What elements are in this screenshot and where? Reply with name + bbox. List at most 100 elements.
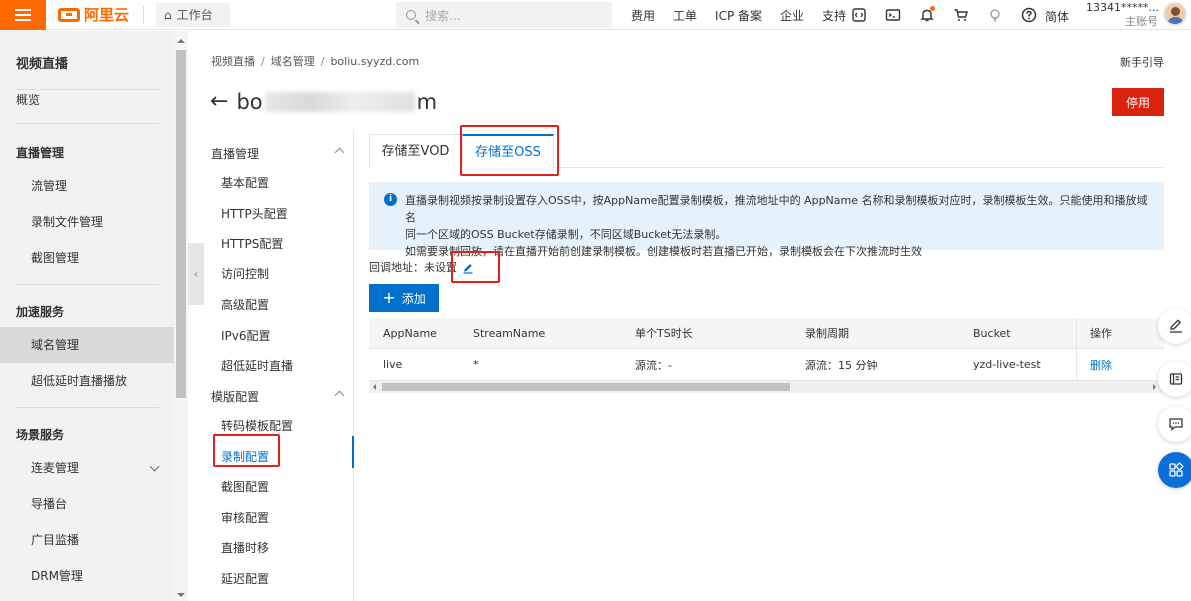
breadcrumb-current: boliu.syyzd.com (330, 55, 420, 68)
redacted-domain (264, 92, 415, 112)
chat-button[interactable] (1158, 406, 1191, 442)
divider (16, 123, 159, 124)
delete-link[interactable]: 删除 (1090, 349, 1112, 380)
tab-vod[interactable]: 存储至VOD (369, 134, 462, 168)
sidebar-item-domain[interactable]: 域名管理 (0, 327, 174, 363)
sidebar-item-ad[interactable]: 广目监播 (0, 522, 174, 558)
feedback-button[interactable] (1158, 308, 1191, 344)
nav-ticket[interactable]: 工单 (673, 7, 697, 24)
workbench-button[interactable]: ⌂ 工作台 (156, 2, 231, 27)
back-arrow-icon[interactable]: ← (210, 91, 228, 113)
plus-icon: + (382, 288, 396, 307)
column-header: StreamName (473, 326, 546, 340)
aliyun-logo[interactable]: 阿里云 (58, 0, 129, 30)
cell-appname: live (383, 358, 403, 371)
breadcrumb-separator: / (261, 55, 265, 68)
breadcrumb: 视频直播 / 域名管理 / boliu.syyzd.com (211, 53, 419, 69)
avatar[interactable] (1163, 2, 1187, 26)
sidebar-scroll-thumb[interactable] (176, 50, 186, 398)
divider (16, 284, 159, 285)
subnav-group-template[interactable]: 模版配置 (211, 388, 259, 405)
docs-button[interactable] (1158, 361, 1191, 397)
subnav-item-basic[interactable]: 基本配置 (221, 174, 269, 191)
table-scroll-thumb[interactable] (382, 383, 790, 391)
subnav-item-lowlatency[interactable]: 超低延时直播 (221, 357, 293, 374)
sidebar-title: 视频直播 (16, 57, 69, 72)
divider (143, 5, 145, 24)
sidebar-item-mic[interactable]: 连麦管理 (0, 450, 174, 486)
logo-text: 阿里云 (84, 6, 130, 24)
book-icon (1169, 373, 1183, 385)
highlight-box (460, 125, 559, 176)
sidebar-group-scene: 场景服务 (16, 428, 65, 442)
info-icon: i (384, 193, 397, 206)
cart-icon[interactable] (950, 4, 972, 26)
workbench-label: 工作台 (176, 8, 213, 22)
language-switch[interactable]: 简体 (1045, 8, 1069, 25)
add-button[interactable]: + 添加 (369, 284, 439, 312)
aliyun-logo-icon (58, 7, 80, 22)
apps-button[interactable] (1158, 452, 1191, 488)
help-icon[interactable] (1018, 4, 1040, 26)
terminal-icon[interactable] (882, 4, 904, 26)
search-input[interactable]: 搜索... (396, 2, 612, 28)
page-title-suffix: m (416, 90, 438, 114)
subnav-item-ipv6[interactable]: IPv6配置 (221, 327, 271, 344)
home-icon: ⌂ (164, 7, 172, 22)
column-header: AppName (383, 326, 437, 340)
highlight-box (213, 434, 280, 467)
chevron-up-icon[interactable] (334, 390, 345, 401)
chevron-down-icon (149, 461, 160, 472)
menu-icon[interactable] (0, 0, 46, 30)
pen-icon (1170, 319, 1182, 333)
subnav-item-http-header[interactable]: HTTP头配置 (221, 205, 288, 222)
callback-address: 回调地址：未设置 (369, 261, 457, 274)
nav-icp[interactable]: ICP 备案 (715, 7, 762, 24)
search-placeholder: 搜索... (425, 8, 461, 23)
table-hscrollbar[interactable] (369, 381, 1164, 393)
highlight-box (451, 251, 500, 283)
sidebar-group-live: 直播管理 (16, 146, 65, 160)
subnav-item-review[interactable]: 审核配置 (221, 509, 269, 526)
sidebar-item-overview[interactable]: 概览 (0, 82, 174, 118)
subnav-item-snapshot[interactable]: 截图配置 (221, 478, 269, 495)
subnav-item-delay[interactable]: 延迟配置 (221, 570, 269, 587)
cell-streamname: * (473, 358, 479, 371)
sidebar-item-director[interactable]: 导播台 (0, 486, 174, 522)
breadcrumb-item[interactable]: 视频直播 (211, 55, 255, 68)
subnav-group-live[interactable]: 直播管理 (211, 145, 259, 162)
account-type: 主账号 (1125, 15, 1158, 28)
scroll-right-icon[interactable] (1153, 384, 1156, 390)
subnav-item-https[interactable]: HTTPS配置 (221, 235, 283, 252)
breadcrumb-item[interactable]: 域名管理 (271, 55, 315, 68)
guide-link[interactable]: 新手引导 (1120, 54, 1164, 70)
bell-icon[interactable] (916, 4, 938, 26)
sidebar-item-drm[interactable]: DRM管理 (0, 558, 174, 594)
chevron-up-icon[interactable] (334, 147, 345, 158)
scroll-left-icon[interactable] (373, 384, 376, 390)
search-icon (406, 10, 416, 20)
cell-bucket: yzd-live-test (973, 358, 1041, 371)
nav-enterprise[interactable]: 企业 (780, 7, 804, 24)
subnav-item-timeshift[interactable]: 直播时移 (221, 539, 269, 556)
page-title-prefix: bo (236, 90, 263, 114)
subnav-item-access[interactable]: 访问控制 (221, 265, 269, 282)
sidebar-item-record-files[interactable]: 录制文件管理 (0, 204, 174, 240)
nav-fee[interactable]: 费用 (631, 7, 655, 24)
active-indicator (352, 436, 354, 468)
scroll-up-icon[interactable] (177, 39, 185, 43)
account-info[interactable]: 13341*****... 主账号 (1086, 0, 1159, 29)
subnav-item-advanced[interactable]: 高级配置 (221, 296, 269, 313)
disable-button[interactable]: 停用 (1112, 88, 1164, 116)
code-icon[interactable] (848, 4, 870, 26)
lightbulb-icon[interactable] (984, 4, 1006, 26)
product-sidebar: 视频直播 概览 直播管理 流管理 录制文件管理 截图管理 加速服务 域名管理 超… (0, 31, 174, 601)
nav-support[interactable]: 支持 (822, 7, 846, 24)
column-header: 录制周期 (805, 327, 849, 340)
scroll-down-icon[interactable] (177, 593, 185, 597)
top-icons (848, 0, 1052, 30)
sidebar-item-stream[interactable]: 流管理 (0, 168, 174, 204)
subnav-item-transcode[interactable]: 转码模板配置 (221, 417, 293, 434)
sidebar-item-snapshot[interactable]: 截图管理 (0, 240, 174, 276)
sidebar-item-lowlatency[interactable]: 超低延时直播播放 (0, 363, 174, 399)
